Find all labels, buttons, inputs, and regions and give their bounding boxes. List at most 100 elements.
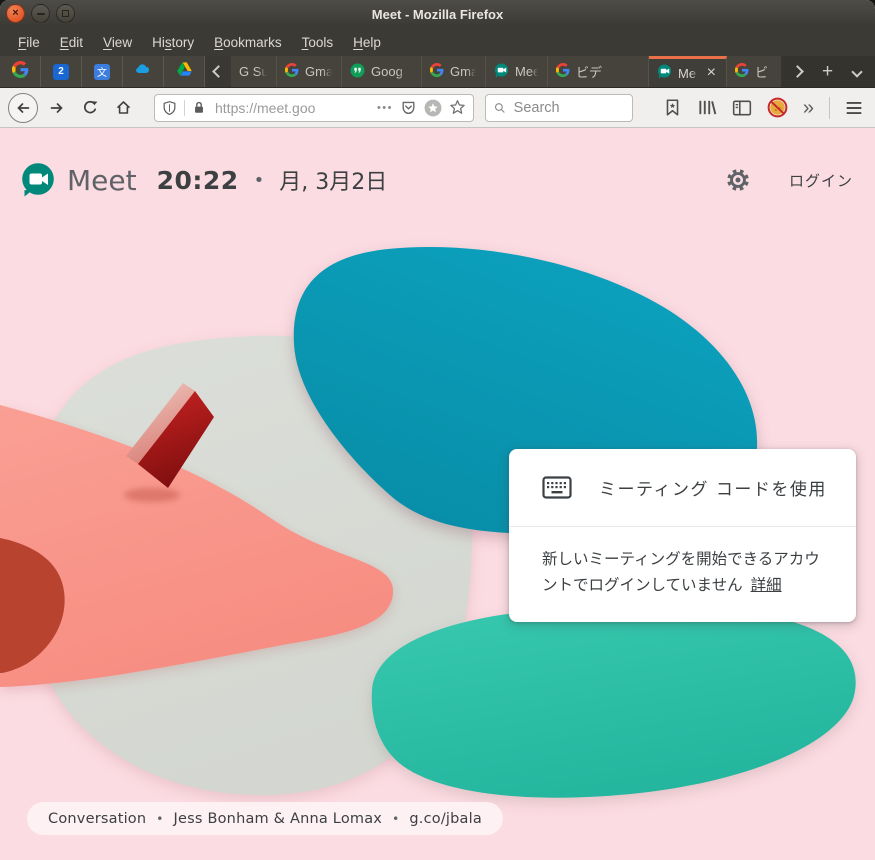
box-shadow: [124, 488, 180, 502]
keyboard-icon: [542, 476, 572, 499]
google-favicon: [556, 63, 570, 80]
tab-strip-controls: +: [781, 56, 875, 87]
tab-video-1[interactable]: ビデ: [548, 56, 649, 87]
new-tab-button[interactable]: +: [822, 62, 833, 81]
pinned-tab-drive[interactable]: [164, 56, 205, 87]
meet-favicon: [657, 64, 672, 82]
hangouts-favicon: [350, 63, 365, 81]
onedrive-icon: [134, 60, 152, 83]
navigation-toolbar: ••• »: [0, 88, 875, 128]
header-dot: •: [254, 170, 265, 191]
caption-label: Conversation: [48, 811, 146, 827]
meeting-code-card: ミーティング コードを使用 新しいミーティングを開始できるアカウントでログインし…: [509, 449, 856, 622]
lock-icon[interactable]: [192, 100, 206, 115]
search-input[interactable]: [512, 99, 624, 117]
pinned-tab-translate[interactable]: 文: [82, 56, 123, 87]
home-button[interactable]: [109, 94, 137, 122]
card-message-section: 新しいミーティングを開始できるアカウントでログインしていません詳細: [509, 527, 856, 622]
login-button[interactable]: ログイン: [789, 170, 853, 191]
meet-header: Meet 20:22 • 月, 3月2日 ログイン: [20, 160, 853, 200]
menu-bookmarks[interactable]: Bookmarks: [204, 35, 292, 50]
card-title: ミーティング コードを使用: [599, 475, 827, 500]
menubar: File Edit View History Bookmarks Tools H…: [0, 28, 875, 56]
tab-gmail-2[interactable]: Gmai: [422, 56, 486, 87]
search-icon: [494, 101, 506, 115]
tab-hangouts[interactable]: Goog: [342, 56, 422, 87]
header-date: 月, 3月2日: [279, 164, 387, 196]
back-button[interactable]: [8, 93, 38, 123]
chevron-left-icon: [212, 65, 225, 78]
reload-icon: [82, 100, 98, 116]
caption-names: Jess Bonham & Anna Lomax: [174, 811, 383, 827]
menu-view[interactable]: View: [93, 35, 142, 50]
caption-dot: •: [156, 812, 163, 826]
pinned-tab-google[interactable]: [0, 56, 41, 87]
window-title: Meet - Mozilla Firefox: [0, 7, 875, 22]
sidebar-icon[interactable]: [732, 99, 752, 117]
details-link[interactable]: 詳細: [751, 576, 782, 594]
toolbar-right-icons: »: [663, 97, 867, 119]
meet-page: Meet 20:22 • 月, 3月2日 ログイン: [0, 128, 875, 860]
bookmark-star-icon[interactable]: [449, 99, 466, 116]
menu-help[interactable]: Help: [343, 35, 391, 50]
pinned-tab-calendar[interactable]: 2: [41, 56, 82, 87]
tab-scroll-right-button[interactable]: [791, 65, 804, 78]
google-favicon: [735, 63, 749, 80]
translate-icon: 文: [94, 64, 110, 80]
meet-logo-icon: [20, 162, 56, 198]
urlbar-separator: [184, 100, 185, 116]
tab-video-2[interactable]: ビ: [727, 56, 781, 87]
grayed-star-circle-icon[interactable]: [424, 99, 442, 117]
tab-list-dropdown-button[interactable]: [851, 66, 862, 77]
header-right: ログイン: [725, 167, 853, 193]
app-name: Meet: [67, 164, 137, 197]
reload-button[interactable]: [76, 94, 104, 122]
window-close-button[interactable]: ×: [6, 4, 25, 23]
tab-close-icon[interactable]: ×: [705, 65, 718, 81]
tab-gsuite[interactable]: G Sui: [231, 56, 277, 87]
library-icon[interactable]: [697, 98, 717, 117]
card-message: 新しいミーティングを開始できるアカウントでログインしていません詳細: [542, 550, 820, 594]
drive-icon: [176, 61, 193, 83]
window-maximize-button[interactable]: [56, 4, 75, 23]
calendar-icon: 2: [53, 64, 69, 80]
forward-button[interactable]: [43, 94, 71, 122]
settings-gear-icon[interactable]: [725, 167, 751, 193]
toolbar-separator: [829, 97, 830, 119]
tab-strip: 2 文 G Sui Gmai Goog Gmai: [0, 56, 875, 88]
menu-tools[interactable]: Tools: [292, 35, 344, 50]
page-actions-dots-icon[interactable]: •••: [377, 102, 393, 114]
home-icon: [115, 99, 132, 116]
back-arrow-icon: [15, 100, 31, 116]
google-icon: [12, 61, 29, 83]
menu-edit[interactable]: Edit: [50, 35, 93, 50]
tab-meet-active[interactable]: Me ×: [649, 56, 727, 87]
caption-dot: •: [392, 812, 399, 826]
hamburger-menu-icon[interactable]: [845, 100, 863, 116]
clock-time: 20:22: [157, 166, 239, 195]
overflow-chevrons-icon[interactable]: »: [803, 98, 814, 118]
tab-scroll-left-button[interactable]: [205, 56, 231, 87]
tab-meet-1[interactable]: Meet: [486, 56, 548, 87]
menu-history[interactable]: History: [142, 35, 204, 50]
window-controls: ×: [6, 4, 75, 23]
browser-window: × Meet - Mozilla Firefox File Edit View …: [0, 0, 875, 860]
turquoise-blob-shape: [372, 605, 856, 798]
caption-link: g.co/jbala: [409, 811, 482, 827]
save-bookmark-flag-icon[interactable]: [663, 98, 682, 117]
use-meeting-code-button[interactable]: ミーティング コードを使用: [509, 449, 856, 526]
pinned-tab-onedrive[interactable]: [123, 56, 164, 87]
url-input[interactable]: [213, 99, 370, 117]
url-bar[interactable]: •••: [154, 94, 474, 122]
pocket-icon[interactable]: [400, 99, 417, 116]
menu-file[interactable]: File: [8, 35, 50, 50]
tracking-protection-shield-icon[interactable]: [162, 100, 177, 116]
artwork-caption: Conversation • Jess Bonham & Anna Lomax …: [27, 802, 503, 835]
search-bar[interactable]: [485, 94, 633, 122]
google-favicon: [285, 63, 299, 80]
cookie-blocker-extension-icon[interactable]: [767, 97, 788, 118]
tab-gmail-1[interactable]: Gmai: [277, 56, 342, 87]
window-titlebar: × Meet - Mozilla Firefox: [0, 0, 875, 28]
google-favicon: [430, 63, 444, 80]
window-minimize-button[interactable]: [31, 4, 50, 23]
